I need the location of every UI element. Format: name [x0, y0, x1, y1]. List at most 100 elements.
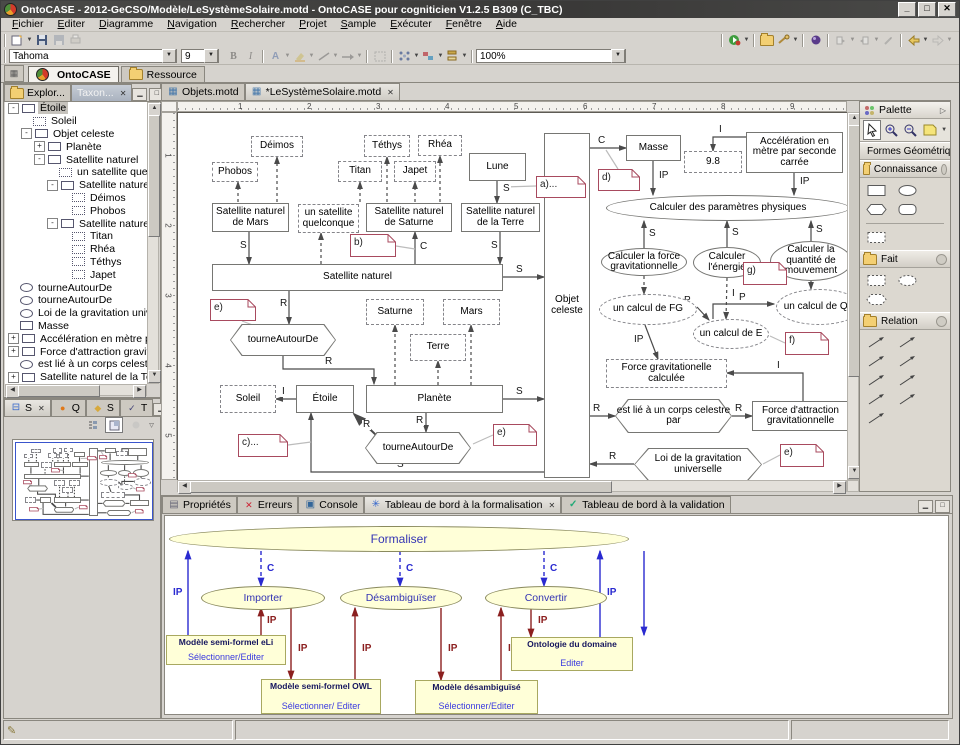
diagram-node[interactable]: un calcul de FG — [599, 294, 697, 325]
arrow-tool-icon[interactable] — [866, 392, 888, 407]
palette-section-2[interactable]: Connaissance — [860, 160, 950, 178]
menu-item-fenêtre[interactable]: Fenêtre — [439, 18, 489, 31]
diagram-node[interactable]: Satellite naturel de la Terre — [461, 203, 540, 232]
tree-item[interactable]: Soleil — [5, 115, 147, 128]
diagram-edge[interactable] — [645, 325, 658, 359]
note-annotation[interactable]: g) — [743, 262, 787, 285]
diagram-node[interactable]: Terre — [410, 334, 466, 361]
diagram-node[interactable]: Lune — [469, 153, 526, 181]
diagram-edge[interactable] — [606, 150, 618, 169]
diagram-node[interactable]: Accélération en mètre par seconde carrée — [746, 132, 843, 173]
arrow-tool-icon[interactable] — [897, 373, 919, 388]
rect-tool-icon[interactable] — [866, 183, 888, 198]
italic-button[interactable]: I — [242, 49, 259, 64]
tree-item[interactable]: -Satellite naturel de Mars — [5, 179, 147, 192]
tree-horizontal-scrollbar[interactable]: ◀▶ — [5, 384, 147, 396]
diagram-node[interactable]: Satellite naturel de Saturne — [366, 203, 452, 232]
tree-item[interactable]: -Satellite naturel de Saturne — [5, 217, 147, 230]
menu-item-projet[interactable]: Projet — [292, 18, 333, 31]
diagram-edge[interactable] — [396, 246, 415, 249]
close-icon[interactable] — [387, 88, 394, 97]
tree-expander-icon[interactable]: - — [8, 103, 19, 114]
outline-viewport-rect[interactable] — [15, 442, 153, 520]
tree-item[interactable]: Déimos — [5, 192, 147, 205]
zoom-select-arrow-icon[interactable]: ▼ — [611, 49, 625, 63]
select-tool-icon[interactable] — [863, 120, 881, 140]
diagram-node[interactable]: Rhéa — [418, 135, 462, 156]
fill-color-icon[interactable] — [291, 49, 308, 64]
menu-item-editer[interactable]: Editer — [51, 18, 92, 31]
ellipse-dashed-tool-icon[interactable] — [897, 273, 919, 288]
diagram-node[interactable]: Phobos — [212, 162, 258, 182]
tree-item[interactable]: Japet — [5, 268, 147, 281]
diagram-node[interactable]: tourneAutourDe — [365, 432, 471, 464]
palette-section-1[interactable]: Formes Géométriq... — [860, 142, 950, 160]
tree-expander-icon[interactable]: - — [34, 154, 45, 165]
arrow-tool-icon[interactable] — [897, 392, 919, 407]
forward-dropdown-icon[interactable]: ▼ — [946, 37, 953, 43]
editor-vertical-scrollbar[interactable]: ▲▼ — [847, 112, 859, 480]
minimize-view-icon[interactable]: ▁ — [132, 88, 147, 101]
note-annotation[interactable]: f) — [785, 332, 829, 355]
bold-button[interactable]: B — [225, 49, 242, 64]
link-dropdown-icon[interactable]: ▼ — [792, 37, 799, 43]
diagram-node[interactable]: tourneAutourDe — [230, 324, 336, 356]
diagram-node[interactable]: Déimos — [251, 136, 303, 157]
tree-item[interactable]: -Objet celeste — [5, 128, 147, 141]
dashboard-model-box[interactable]: Modèle désambiguïséSélectionner/Editer — [415, 680, 538, 714]
tree-item[interactable]: tourneAutourDe — [5, 294, 147, 307]
tree-expander-icon[interactable]: + — [8, 346, 19, 357]
diagram-edge[interactable] — [726, 278, 727, 319]
editor-tab-objets[interactable]: Objets.motd — [161, 83, 245, 100]
arrow-tool-icon[interactable] — [897, 335, 919, 350]
diagram-node[interactable]: Japet — [394, 161, 436, 182]
outline-tab-2[interactable]: Q — [51, 399, 86, 416]
outline-tab-3[interactable]: S — [86, 399, 120, 416]
tree-item[interactable]: tourneAutourDe — [5, 281, 147, 294]
note-annotation[interactable]: e) — [493, 424, 537, 446]
palette-header[interactable]: Palette ▷ — [860, 102, 950, 119]
arrow-tool-icon[interactable] — [866, 411, 888, 426]
diagram-node[interactable]: Étoile — [296, 385, 354, 413]
diagram-node[interactable]: Saturne — [366, 299, 424, 325]
tree-item[interactable]: -Satellite naturel — [5, 153, 147, 166]
select-all-icon[interactable] — [371, 49, 388, 64]
menu-item-diagramme[interactable]: Diagramme — [92, 18, 160, 31]
diagram-node[interactable]: Masse — [626, 135, 681, 161]
save-as-icon[interactable] — [50, 33, 67, 48]
arrow-style-dropdown-icon[interactable]: ▼ — [356, 53, 363, 59]
tree-item[interactable]: Phobos — [5, 204, 147, 217]
diagram-edge[interactable] — [727, 373, 803, 401]
fill-color-dropdown-icon[interactable]: ▼ — [308, 53, 315, 59]
diagram-edge[interactable] — [288, 442, 311, 445]
drawer-pin-icon[interactable] — [936, 316, 947, 327]
diagram-edge[interactable] — [763, 455, 780, 464]
font-size-arrow-icon[interactable]: ▼ — [204, 49, 218, 63]
note-annotation[interactable]: b) — [350, 234, 396, 257]
diagram-edge[interactable] — [713, 137, 746, 151]
diagram-edge[interactable] — [473, 435, 493, 444]
forward-icon[interactable] — [929, 33, 946, 48]
tree-item[interactable]: -Étoile — [5, 102, 147, 115]
note-annotation[interactable]: e) — [780, 444, 824, 467]
tree-vertical-scrollbar[interactable]: ▲▼ — [147, 102, 159, 384]
diagram-node[interactable]: Téthys — [364, 135, 410, 157]
outline-tab-1[interactable]: S — [4, 399, 51, 416]
hex-tool-icon[interactable] — [866, 202, 888, 217]
tree-item[interactable]: +Satellite naturel de la Terre — [5, 371, 147, 384]
close-icon[interactable] — [38, 404, 45, 413]
link-tool-icon[interactable] — [775, 33, 792, 48]
arrange-dropdown-icon[interactable]: ▼ — [413, 53, 420, 59]
line-style-icon[interactable] — [315, 49, 332, 64]
tree-item[interactable]: est lié à un corps celestre par — [5, 358, 147, 371]
tree-item[interactable]: Loi de la gravitation universelle — [5, 307, 147, 320]
diagram-node[interactable]: Force d'attraction gravitationnelle — [752, 401, 848, 431]
note-annotation[interactable]: e) — [210, 299, 256, 321]
zoom-out-tool-icon[interactable] — [902, 120, 920, 140]
dashboard-task-ellipse[interactable]: Désambiguïser — [340, 586, 462, 610]
tree-item[interactable]: +Accélération en mètre par seconde — [5, 332, 147, 345]
prev-annotation-icon[interactable] — [856, 33, 873, 48]
line-style-dropdown-icon[interactable]: ▼ — [332, 53, 339, 59]
bottom-tab-5[interactable]: Tableau de bord à la validation — [561, 496, 730, 513]
outline-menu-icon[interactable]: ▽ — [148, 422, 155, 429]
